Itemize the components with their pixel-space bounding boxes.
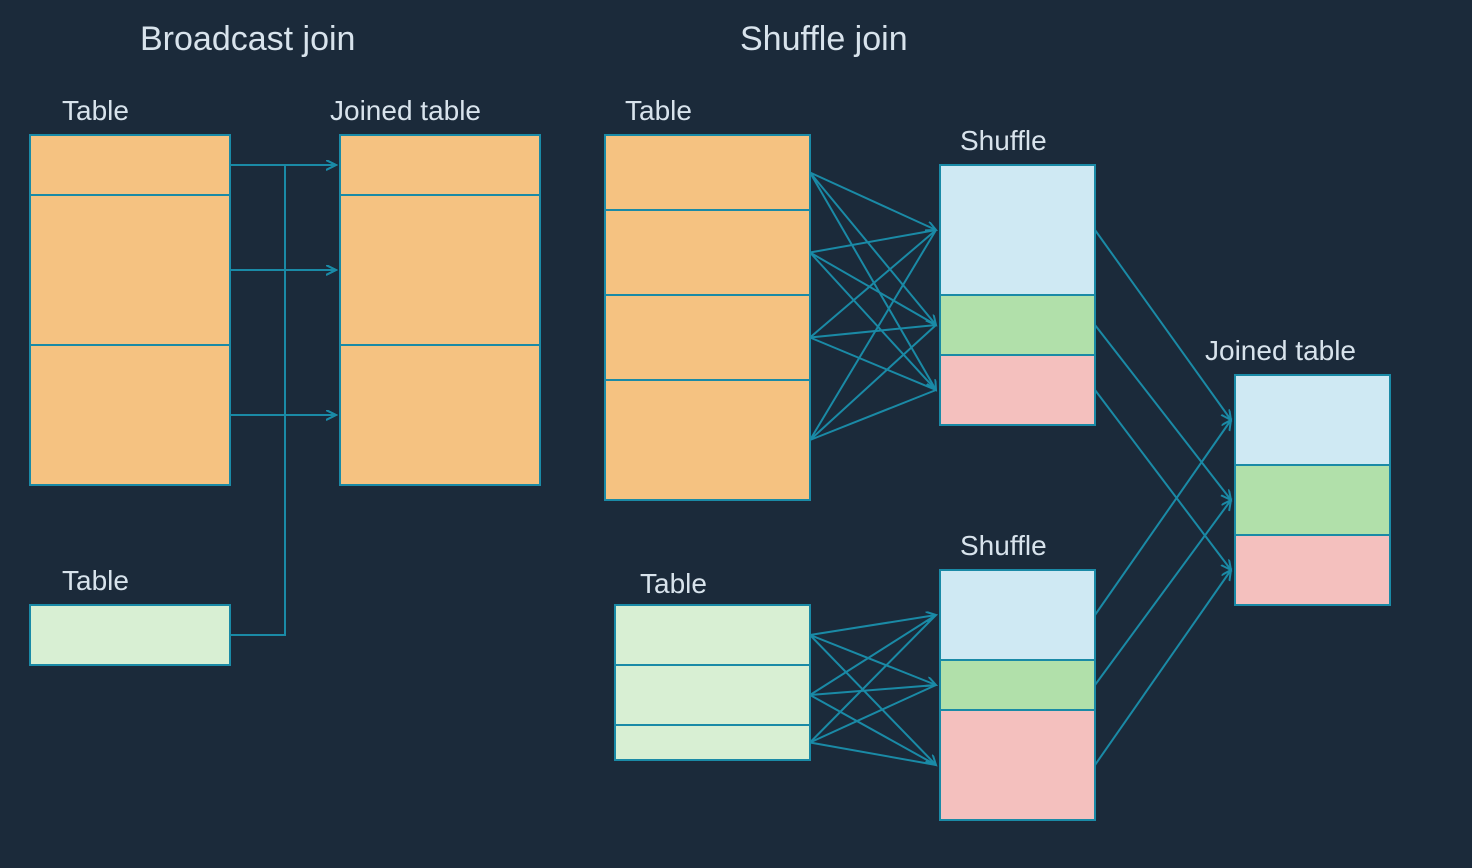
shuffle-joined-row-2 [1235,535,1390,605]
broadcast-tableA-label: Table [62,95,129,126]
edge-A-s1-0-0 [810,173,936,231]
shuffle-tableA-row-0 [605,135,810,210]
broadcast-joined-row-1 [340,195,540,345]
shuffle-joined-row-0 [1235,375,1390,465]
shuffle-tableA-row-2 [605,295,810,380]
shuffle-block2-row-1 [940,660,1095,710]
broadcast-stem [230,165,285,635]
broadcast-tableB-row [30,605,230,665]
edge-B-s2-0-0 [810,615,936,635]
broadcast-joined-row-0 [340,135,540,195]
edge-B-s2-2-0 [810,615,936,743]
shuffle-block1-row-1 [940,295,1095,355]
edge-s2-J-1 [1095,500,1231,685]
broadcast-title: Broadcast join [140,20,355,58]
shuffle-joined-row-1 [1235,465,1390,535]
edge-s1-J-2 [1095,390,1231,570]
shuffle-1-label: Shuffle [960,125,1047,156]
shuffle-tableA-row-3 [605,380,810,500]
broadcast-joined-row-2 [340,345,540,485]
shuffle-tableB-label: Table [640,568,707,599]
shuffle-joined-label: Joined table [1205,335,1356,366]
broadcast-joined-label: Joined table [330,95,481,126]
broadcast-tableA-row-1 [30,195,230,345]
shuffle-block2-row-0 [940,570,1095,660]
broadcast-tableB-label: Table [62,565,129,596]
shuffle-tableB-row-1 [615,665,810,725]
shuffle-block1-row-2 [940,355,1095,425]
shuffle-tableA-row-1 [605,210,810,295]
shuffle-tableA-label: Table [625,95,692,126]
shuffle-block2-row-2 [940,710,1095,820]
shuffle-tableB-row-2 [615,725,810,760]
shuffle-title: Shuffle join [740,20,908,58]
broadcast-tableA-row-2 [30,345,230,485]
edge-A-s1-0-2 [810,173,936,391]
diagram: Broadcast join Shuffle join Table Joined… [0,0,1472,863]
edge-s1-J-0 [1095,230,1231,420]
edge-s2-J-0 [1095,420,1231,615]
shuffle-block1-row-0 [940,165,1095,295]
shuffle-2-label: Shuffle [960,530,1047,561]
broadcast-tableA-row-0 [30,135,230,195]
edge-A-s1-3-2 [810,390,936,440]
edge-s2-J-2 [1095,570,1231,765]
shuffle-tableB-row-0 [615,605,810,665]
